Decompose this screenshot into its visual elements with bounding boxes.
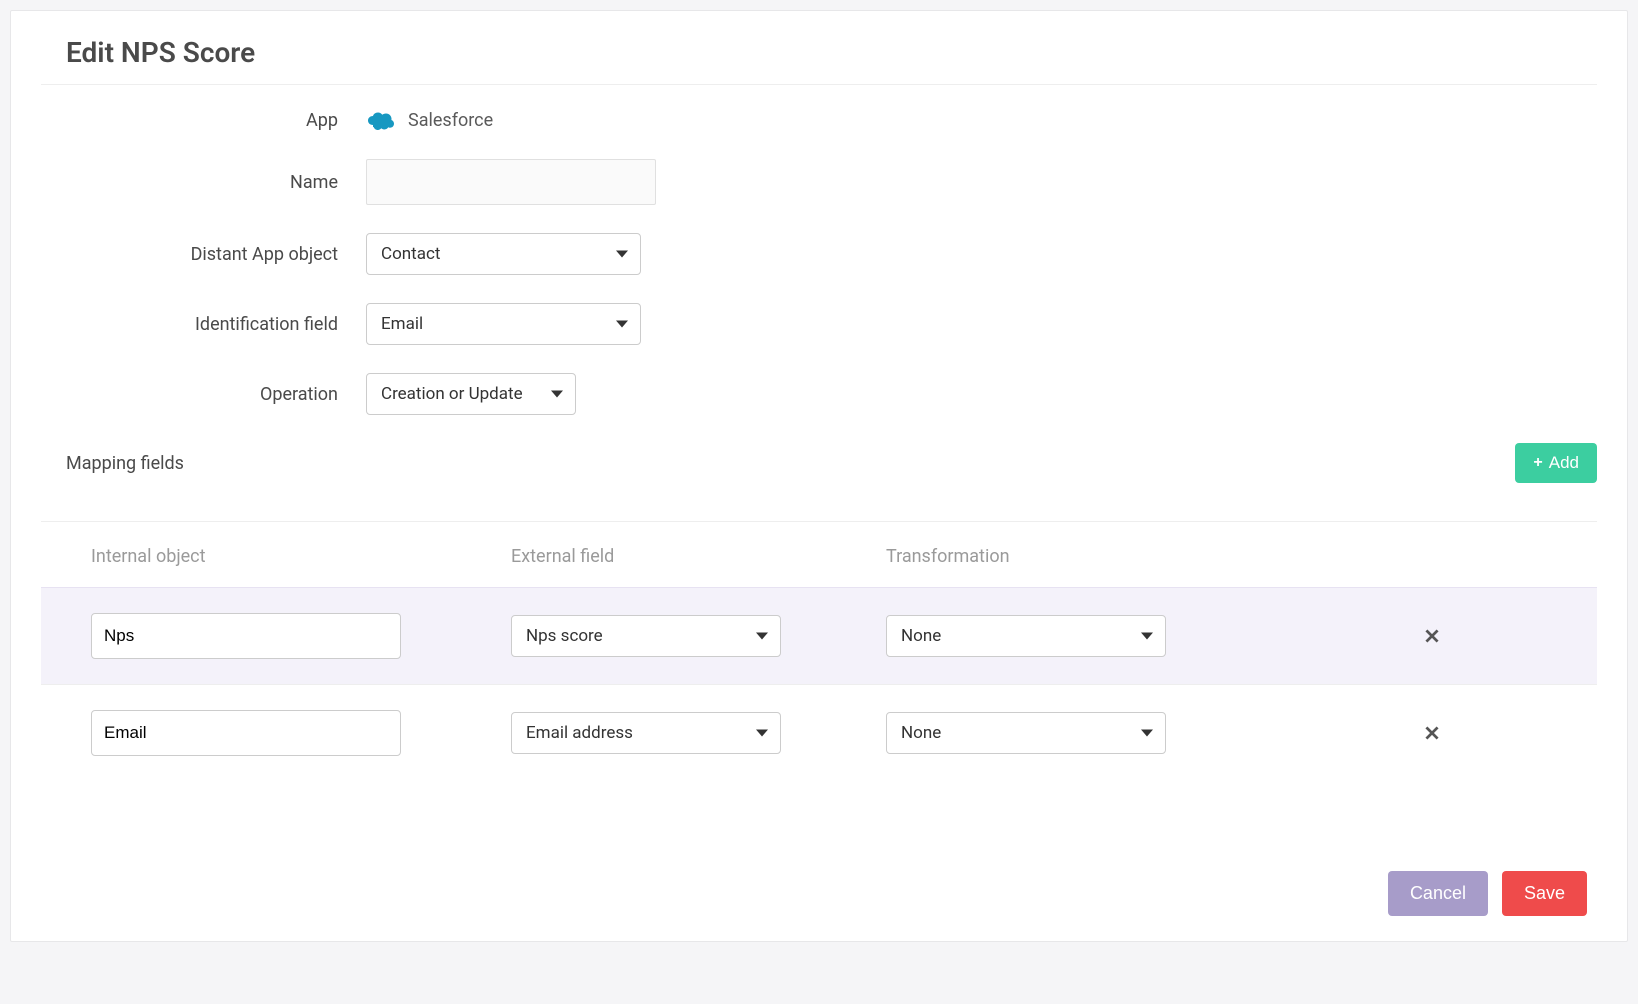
distant-object-select[interactable]: Contact <box>366 233 641 275</box>
mapping-header: Mapping fields + Add <box>41 443 1597 501</box>
external-field-value: Nps score <box>526 626 603 646</box>
transformation-value: None <box>901 626 941 646</box>
close-icon <box>1424 725 1440 741</box>
mapping-title: Mapping fields <box>66 453 184 474</box>
identification-label: Identification field <box>66 314 366 335</box>
mapping-table-head: Internal object External field Transform… <box>41 522 1597 587</box>
distant-object-label: Distant App object <box>66 244 366 265</box>
salesforce-icon <box>366 111 396 131</box>
name-input[interactable] <box>366 159 656 205</box>
form-row-name: Name <box>66 159 1572 205</box>
add-label: Add <box>1549 453 1579 473</box>
transformation-value: None <box>901 723 941 743</box>
transformation-select[interactable]: None <box>886 615 1166 657</box>
mapping-row: Nps score None <box>41 587 1597 684</box>
identification-select[interactable]: Email <box>366 303 641 345</box>
remove-row-button[interactable] <box>1421 625 1443 647</box>
save-button[interactable]: Save <box>1502 871 1587 916</box>
operation-value: Creation or Update <box>381 384 523 404</box>
distant-object-value: Contact <box>381 244 440 264</box>
chevron-down-icon <box>551 391 563 398</box>
form-row-app: App Salesforce <box>66 110 1572 131</box>
edit-panel: Edit NPS Score App Salesforce Name Dista… <box>10 10 1628 942</box>
chevron-down-icon <box>616 321 628 328</box>
operation-select[interactable]: Creation or Update <box>366 373 576 415</box>
app-label: App <box>66 110 366 131</box>
mapping-table: Internal object External field Transform… <box>41 522 1597 781</box>
form-row-distant-object: Distant App object Contact <box>66 233 1572 275</box>
page-title: Edit NPS Score <box>41 36 1597 85</box>
name-label: Name <box>66 172 366 193</box>
chevron-down-icon <box>616 251 628 258</box>
chevron-down-icon <box>1141 730 1153 737</box>
col-header-internal: Internal object <box>91 546 511 567</box>
transformation-select[interactable]: None <box>886 712 1166 754</box>
cancel-button[interactable]: Cancel <box>1388 871 1488 916</box>
col-header-action <box>1276 546 1587 567</box>
remove-row-button[interactable] <box>1421 722 1443 744</box>
app-value: Salesforce <box>408 110 493 131</box>
chevron-down-icon <box>756 730 768 737</box>
chevron-down-icon <box>756 633 768 640</box>
internal-object-input[interactable] <box>91 710 401 756</box>
footer-actions: Cancel Save <box>41 871 1597 916</box>
external-field-value: Email address <box>526 723 633 743</box>
plus-icon: + <box>1533 454 1542 472</box>
external-field-select[interactable]: Email address <box>511 712 781 754</box>
form-section: App Salesforce Name Distant App object C… <box>41 110 1597 415</box>
mapping-row: Email address None <box>41 684 1597 781</box>
form-row-operation: Operation Creation or Update <box>66 373 1572 415</box>
app-value-wrapper: Salesforce <box>366 110 493 131</box>
form-row-identification: Identification field Email <box>66 303 1572 345</box>
operation-label: Operation <box>66 384 366 405</box>
external-field-select[interactable]: Nps score <box>511 615 781 657</box>
col-header-external: External field <box>511 546 886 567</box>
close-icon <box>1424 628 1440 644</box>
col-header-transformation: Transformation <box>886 546 1276 567</box>
chevron-down-icon <box>1141 633 1153 640</box>
internal-object-input[interactable] <box>91 613 401 659</box>
identification-value: Email <box>381 314 423 334</box>
add-button[interactable]: + Add <box>1515 443 1597 483</box>
